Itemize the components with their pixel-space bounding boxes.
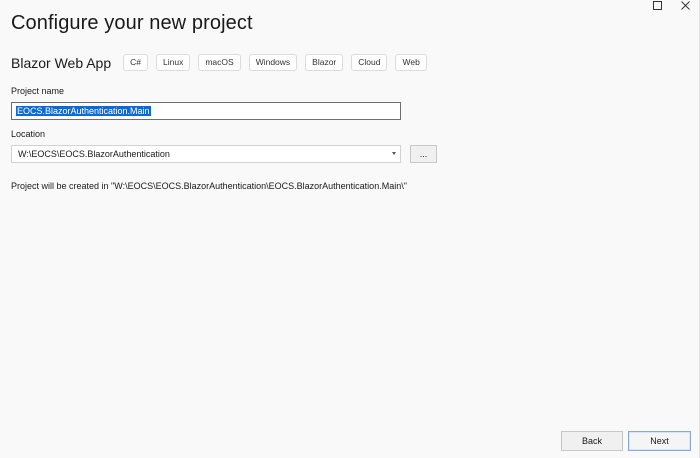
location-label: Location [11,129,46,139]
project-name-value: EOCS.BlazorAuthentication.Main [16,106,151,116]
close-icon [680,0,690,10]
tag-csharp: C# [123,54,149,71]
page-title: Configure your new project [11,12,253,34]
next-button[interactable]: Next [628,431,691,451]
tag-web: Web [395,54,427,71]
project-path-info: Project will be created in "W:\EOCS\EOCS… [11,181,407,191]
tag-windows: Windows [248,54,298,71]
project-name-label: Project name [11,86,65,96]
back-button[interactable]: Back [561,431,623,451]
browse-button[interactable]: ... [410,145,437,163]
tag-linux: Linux [156,54,191,71]
project-name-input[interactable]: EOCS.BlazorAuthentication.Main [11,102,401,120]
location-value: W:\EOCS\EOCS.BlazorAuthentication [18,149,170,159]
window-controls [643,0,699,12]
maximize-button[interactable] [643,0,671,12]
configure-project-window: Configure your new project Blazor Web Ap… [0,0,700,458]
tag-macos: macOS [198,54,241,71]
maximize-icon [652,0,662,10]
close-button[interactable] [671,0,699,12]
chevron-down-icon[interactable] [392,152,396,155]
tag-blazor: Blazor [305,54,344,71]
tag-cloud: Cloud [351,54,388,71]
template-summary: Blazor Web App C# Linux macOS Windows Bl… [11,54,435,71]
template-name: Blazor Web App [11,54,112,71]
location-combobox[interactable]: W:\EOCS\EOCS.BlazorAuthentication [11,145,401,163]
